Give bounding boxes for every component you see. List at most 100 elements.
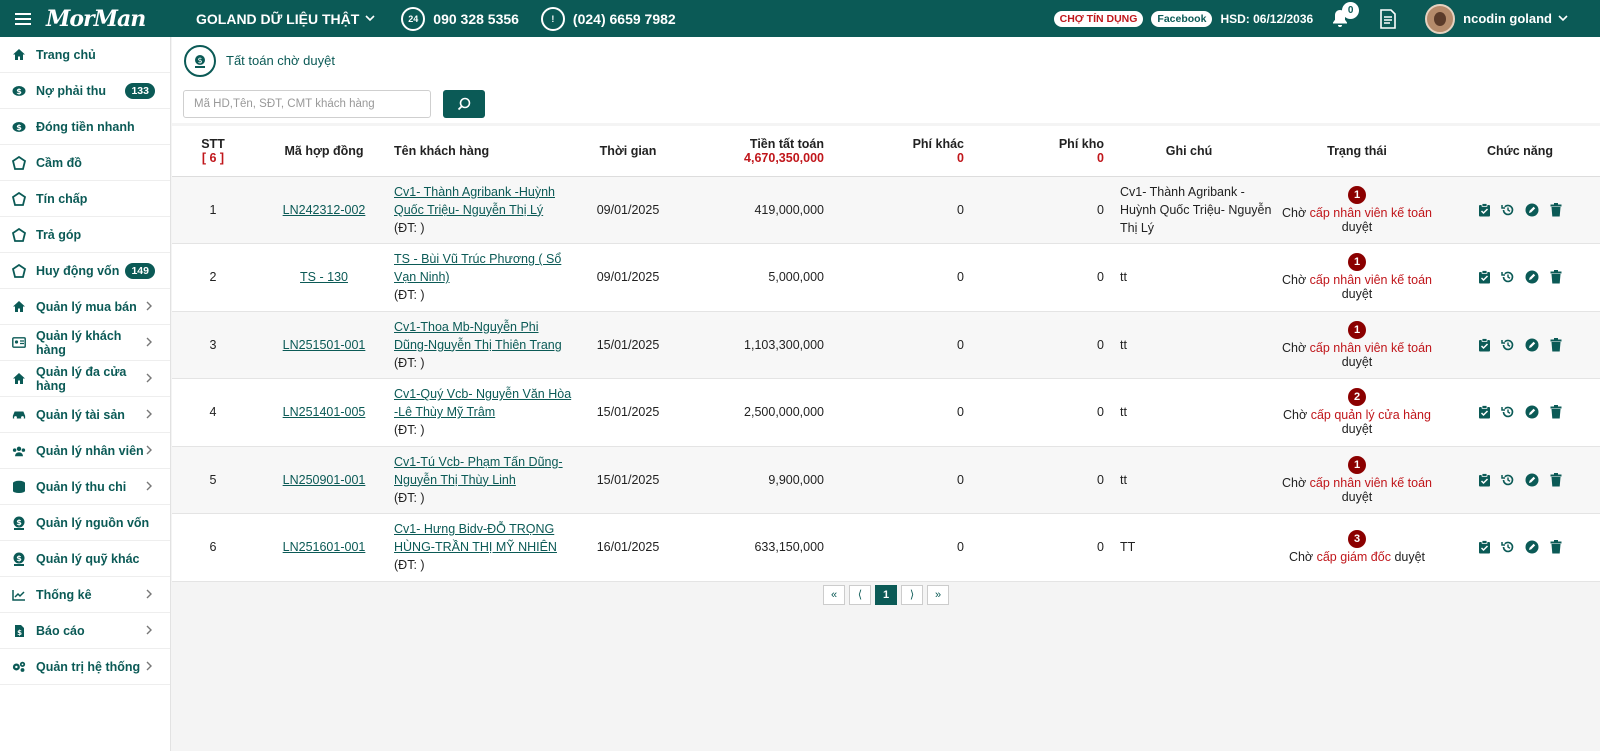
avatar[interactable] [1425, 3, 1456, 34]
svg-text:$: $ [16, 87, 22, 96]
row-other-fee: 0 [957, 540, 964, 555]
sidebar-item-17[interactable]: Quản trị hệ thống [0, 649, 170, 685]
history-icon[interactable] [1501, 270, 1515, 284]
row-time: 09/01/2025 [596, 270, 660, 285]
sidebar-item-6[interactable]: Huy động vốn 149 [0, 253, 170, 289]
edit-icon[interactable] [1525, 405, 1539, 419]
sidebar-item-10[interactable]: Quản lý tài sản [0, 397, 170, 433]
sidebar-item-15[interactable]: Thống kê [0, 577, 170, 613]
history-icon[interactable] [1501, 203, 1515, 217]
delete-icon[interactable] [1549, 202, 1563, 217]
store-selector[interactable]: GOLAND DỮ LIỆU THẬT [196, 11, 375, 27]
sidebar-item-16[interactable]: $ Báo cáo [0, 613, 170, 649]
history-icon[interactable] [1501, 338, 1515, 352]
history-icon[interactable] [1501, 540, 1515, 554]
credit-market-badge[interactable]: CHỢ TÍN DỤNG [1053, 10, 1144, 27]
page-current-button[interactable]: 1 [875, 584, 897, 605]
pawn-icon [12, 191, 26, 206]
svg-text:$: $ [197, 56, 202, 65]
approval-level-badge: 1 [1348, 320, 1366, 339]
sidebar-item-0[interactable]: Trang chủ [0, 37, 170, 73]
sidebar-item-3[interactable]: Cầm đồ [0, 145, 170, 181]
customer-link[interactable]: Cv1-Tú Vcb- Phạm Tấn Dũng-Nguyễn Thị Thù… [394, 453, 572, 489]
delete-icon[interactable] [1549, 540, 1563, 554]
customer-link[interactable]: Cv1- Hưng Bidv-ĐỖ TRỌNG HÙNG-TRẦN THỊ MỸ… [394, 520, 572, 556]
settlement-table: STT[ 6 ] Mã hợp đồng Tên khách hàng Thời… [172, 126, 1600, 582]
sidebar-item-12[interactable]: Quản lý thu chi [0, 469, 170, 505]
contract-link[interactable]: LN251401-005 [283, 405, 366, 419]
user-menu[interactable]: ncodin goland [1463, 11, 1568, 26]
page-next-button[interactable]: ⟩ [901, 584, 923, 605]
history-icon[interactable] [1501, 405, 1515, 419]
approve-icon[interactable] [1477, 405, 1491, 419]
customer-phone: (ĐT: ) [394, 355, 425, 370]
col-actions: Chức năng [1440, 126, 1600, 177]
search-input[interactable] [183, 89, 431, 118]
facebook-badge[interactable]: Facebook [1151, 10, 1213, 27]
phone-info-icon: ! [540, 6, 565, 31]
sidebar-item-1[interactable]: $ Nợ phải thu 133 [0, 73, 170, 109]
delete-icon[interactable] [1549, 337, 1563, 352]
sidebar-item-2[interactable]: $ Đóng tiền nhanh [0, 109, 170, 145]
row-amount: 2,500,000,000 [744, 405, 824, 420]
row-contract: LN251401-005 [254, 379, 394, 447]
approve-icon[interactable] [1477, 270, 1491, 284]
search-button[interactable] [443, 89, 485, 118]
top-bar: MorMan GOLAND DỮ LIỆU THẬT 24 090 328 53… [0, 0, 1600, 37]
delete-icon[interactable] [1549, 472, 1563, 487]
row-note: tt [1120, 270, 1127, 285]
edit-icon[interactable] [1525, 270, 1539, 284]
row-customer: Cv1-Thoa Mb-Nguyễn Phi Dũng-Nguyễn Thị T… [394, 311, 572, 379]
sidebar-item-13[interactable]: $ Quản lý nguồn vốn [0, 505, 170, 541]
sidebar-item-9[interactable]: Quản lý đa cửa hàng [0, 361, 170, 397]
sidebar-item-14[interactable]: $ Quản lý quỹ khác [0, 541, 170, 577]
contract-link[interactable]: TS - 130 [300, 270, 348, 284]
sidebar-item-label: Quản lý nguồn vốn [36, 515, 150, 530]
notification-button[interactable]: 0 [1327, 1, 1360, 32]
contract-link[interactable]: LN251601-001 [283, 540, 366, 554]
row-actions [1440, 514, 1600, 582]
row-amount: 9,900,000 [768, 472, 824, 487]
edit-icon[interactable] [1525, 540, 1539, 554]
document-icon[interactable] [1375, 6, 1401, 32]
customer-link[interactable]: Cv1-Thoa Mb-Nguyễn Phi Dũng-Nguyễn Thị T… [394, 318, 572, 354]
edit-icon[interactable] [1525, 203, 1539, 217]
approve-icon[interactable] [1477, 202, 1491, 217]
customer-link[interactable]: Cv1-Quý Vcb- Nguyễn Văn Hòa -Lê Thùy Mỹ … [394, 385, 572, 421]
page-first-button[interactable]: « [823, 584, 845, 605]
customer-link[interactable]: TS - Bùi Vũ Trúc Phương ( Sổ Vạn Ninh) [394, 250, 572, 286]
edit-icon[interactable] [1525, 338, 1539, 352]
total-amount: 4,670,350,000 [744, 150, 824, 165]
sidebar-item-5[interactable]: Trả góp [0, 217, 170, 253]
contract-link[interactable]: LN250901-001 [283, 473, 366, 487]
delete-icon[interactable] [1549, 270, 1563, 284]
approve-icon[interactable] [1477, 472, 1491, 487]
menu-toggle-icon[interactable] [0, 0, 46, 37]
hotline-24h[interactable]: 24 090 328 5356 [401, 6, 519, 31]
edit-icon[interactable] [1525, 473, 1539, 487]
table-header-row: STT[ 6 ] Mã hợp đồng Tên khách hàng Thời… [172, 126, 1600, 177]
page-prev-button[interactable]: ⟨ [849, 584, 871, 605]
row-contract: LN250901-001 [254, 446, 394, 514]
approve-icon[interactable] [1477, 337, 1491, 352]
page-last-button[interactable]: » [927, 584, 949, 605]
delete-icon[interactable] [1549, 405, 1563, 419]
contract-link[interactable]: LN242312-002 [283, 203, 366, 217]
row-status: 1 Chờ cấp nhân viên kế toán duyệt [1274, 311, 1440, 379]
sidebar-item-label: Quản trị hệ thống [36, 659, 141, 674]
contract-link[interactable]: LN251501-001 [283, 338, 366, 352]
sidebar-item-11[interactable]: Quản lý nhân viên [0, 433, 170, 469]
money-hand-icon: $ [12, 552, 26, 566]
chevron-right-icon [146, 660, 152, 674]
customer-link[interactable]: Cv1- Thành Agribank -Huỳnh Quốc Triệu- N… [394, 183, 572, 219]
status-wait: Chờ [1282, 340, 1307, 355]
approve-icon[interactable] [1477, 540, 1491, 554]
sidebar-item-8[interactable]: Quản lý khách hàng [0, 325, 170, 361]
row-status: 1 Chờ cấp nhân viên kế toán duyệt [1274, 446, 1440, 514]
app-logo[interactable]: MorMan [46, 6, 166, 32]
sidebar-item-4[interactable]: Tín chấp [0, 181, 170, 217]
office-phone[interactable]: ! (024) 6659 7982 [540, 6, 676, 31]
history-icon[interactable] [1501, 473, 1515, 487]
row-customer: Cv1-Quý Vcb- Nguyễn Văn Hòa -Lê Thùy Mỹ … [394, 379, 572, 447]
sidebar-item-7[interactable]: Quản lý mua bán [0, 289, 170, 325]
